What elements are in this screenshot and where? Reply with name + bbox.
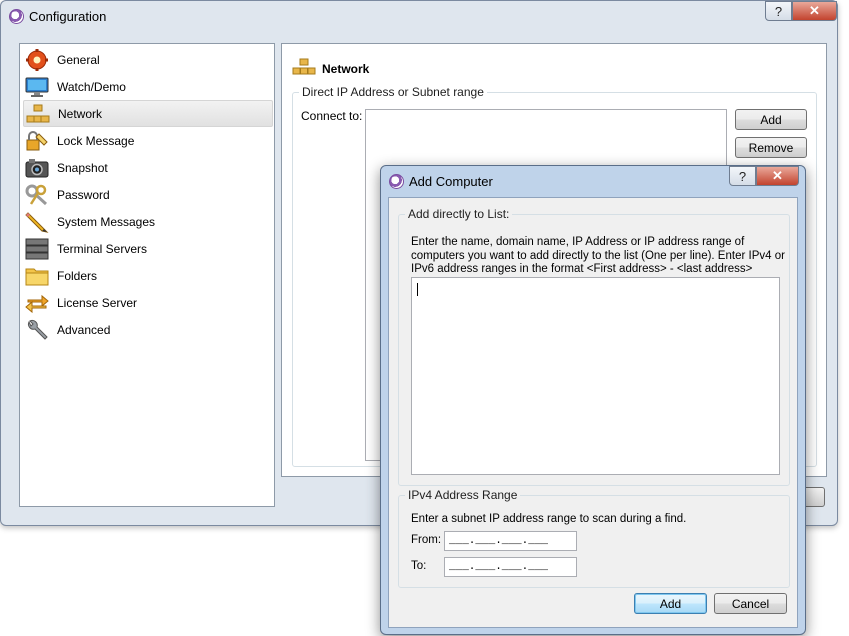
sidebar-item-lock-message[interactable]: Lock Message <box>23 127 273 154</box>
range-description: Enter a subnet IP address range to scan … <box>411 513 687 525</box>
window-title: Configuration <box>29 9 107 24</box>
sidebar-item-label: Password <box>57 187 110 202</box>
sidebar-item-advanced[interactable]: Advanced <box>23 316 273 343</box>
computers-textarea[interactable] <box>411 277 780 475</box>
camera-icon <box>25 157 49 179</box>
connect-to-label: Connect to: <box>301 109 363 123</box>
group-title: Add directly to List: <box>405 207 513 221</box>
sidebar-item-snapshot[interactable]: Snapshot <box>23 154 273 181</box>
sidebar-item-label: Watch/Demo <box>57 79 126 94</box>
sidebar-item-general[interactable]: General <box>23 46 273 73</box>
close-button[interactable]: ✕ <box>756 166 799 186</box>
sidebar-item-label: General <box>57 52 100 67</box>
arrows-icon <box>25 292 49 314</box>
dialog-body: Add directly to List: Enter the name, do… <box>388 197 798 628</box>
keys-icon <box>25 184 49 206</box>
sidebar-item-password[interactable]: Password <box>23 181 273 208</box>
gear-icon <box>25 48 49 71</box>
help-button[interactable]: ? <box>729 166 756 186</box>
sidebar-item-folders[interactable]: Folders <box>23 262 273 289</box>
close-button[interactable]: ✕ <box>792 1 837 21</box>
from-ip-field[interactable]: ___.___.___.___ <box>444 531 577 551</box>
monitor-icon <box>25 76 49 98</box>
sidebar-item-label: Advanced <box>57 322 111 337</box>
to-ip-field[interactable]: ___.___.___.___ <box>444 557 577 577</box>
ipv4-range-group: IPv4 Address Range Enter a subnet IP add… <box>398 488 790 588</box>
sidebar-item-license-server[interactable]: License Server <box>23 289 273 316</box>
dialog-title: Add Computer <box>409 174 493 189</box>
pencil-icon <box>25 211 49 233</box>
sidebar-item-label: Folders <box>57 268 98 283</box>
group-title: Direct IP Address or Subnet range <box>299 85 487 99</box>
folder-icon <box>25 265 49 287</box>
help-button[interactable]: ? <box>765 1 792 21</box>
remove-button[interactable]: Remove <box>735 137 807 158</box>
from-label: From: <box>411 534 442 546</box>
wrench-icon <box>25 319 49 341</box>
dialog-title-bar[interactable]: Add Computer ? ✕ <box>381 166 805 196</box>
network-icon <box>26 103 50 125</box>
group-title: IPv4 Address Range <box>405 488 521 502</box>
sidebar-item-network[interactable]: Network <box>23 100 273 127</box>
dialog-add-button[interactable]: Add <box>634 593 707 614</box>
sidebar-item-watch-demo[interactable]: Watch/Demo <box>23 73 273 100</box>
app-icon <box>9 9 24 24</box>
title-bar[interactable]: Configuration ? ✕ <box>1 1 837 31</box>
add-directly-group: Add directly to List: Enter the name, do… <box>398 207 790 486</box>
add-button[interactable]: Add <box>735 109 807 130</box>
dialog-cancel-button[interactable]: Cancel <box>714 593 787 614</box>
to-label: To: <box>411 560 427 572</box>
sidebar-item-label: Terminal Servers <box>57 241 148 256</box>
sidebar: General Watch/Demo Network Lock Message … <box>19 43 275 507</box>
sidebar-item-label: System Messages <box>57 214 156 229</box>
sidebar-item-label: Snapshot <box>57 160 108 175</box>
app-icon <box>389 174 404 189</box>
add-directly-description: Enter the name, domain name, IP Address … <box>411 236 785 275</box>
sidebar-item-terminal-servers[interactable]: Terminal Servers <box>23 235 273 262</box>
sidebar-item-label: Network <box>58 106 103 121</box>
page-title: Network <box>322 61 370 76</box>
network-icon <box>292 58 316 79</box>
sidebar-item-label: License Server <box>57 295 138 310</box>
text-caret <box>417 283 418 296</box>
server-icon <box>25 238 49 260</box>
page-header: Network <box>292 58 369 79</box>
sidebar-item-system-messages[interactable]: System Messages <box>23 208 273 235</box>
lock-message-icon <box>25 130 49 152</box>
add-computer-dialog: Add Computer ? ✕ Add directly to List: E… <box>380 165 806 635</box>
sidebar-item-label: Lock Message <box>57 133 135 148</box>
